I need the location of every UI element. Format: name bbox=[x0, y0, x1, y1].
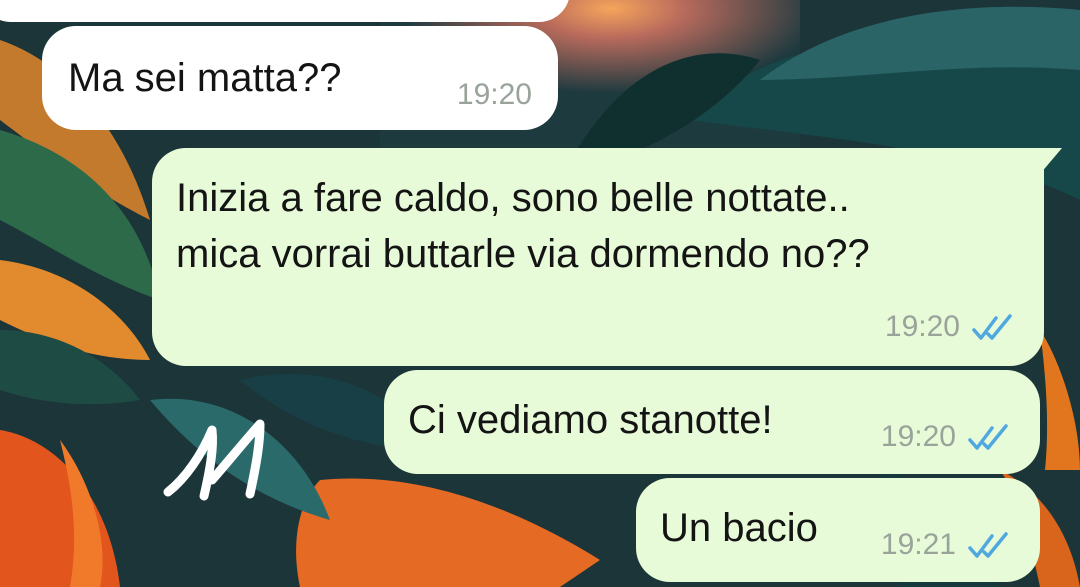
incoming-message-bubble[interactable]: Ma sei matta?? 19:20 bbox=[42, 26, 558, 130]
doodle-drawing bbox=[163, 419, 265, 501]
message-meta: 19:20 bbox=[881, 420, 1014, 454]
message-text: Ci vediamo stanotte! bbox=[408, 398, 773, 442]
message-text: Ma sei matta?? bbox=[68, 56, 342, 100]
message-timestamp: 19:20 bbox=[884, 310, 960, 343]
message-meta: 19:21 bbox=[881, 528, 1014, 562]
double-check-icon bbox=[968, 532, 1008, 558]
bubble-tail bbox=[1040, 148, 1062, 174]
double-check-icon bbox=[972, 314, 1012, 340]
outgoing-message-bubble[interactable]: Ci vediamo stanotte! 19:20 bbox=[384, 370, 1040, 474]
message-meta: 19:20 bbox=[457, 78, 532, 112]
message-meta: 19:20 bbox=[885, 310, 1018, 344]
message-timestamp: 19:20 bbox=[880, 420, 956, 453]
message-text-line: Inizia a fare caldo, sono belle nottate.… bbox=[176, 176, 850, 220]
message-text: Un bacio bbox=[660, 506, 818, 550]
outgoing-message-bubble[interactable]: Inizia a fare caldo, sono belle nottate.… bbox=[152, 148, 1044, 366]
incoming-message-bubble[interactable] bbox=[0, 0, 570, 22]
outgoing-message-bubble[interactable]: Un bacio 19:21 bbox=[636, 478, 1040, 582]
message-timestamp: 19:21 bbox=[880, 528, 956, 561]
double-check-icon bbox=[968, 424, 1008, 450]
message-text-line: mica vorrai buttarle via dormendo no?? bbox=[176, 232, 870, 276]
message-timestamp: 19:20 bbox=[456, 78, 532, 111]
